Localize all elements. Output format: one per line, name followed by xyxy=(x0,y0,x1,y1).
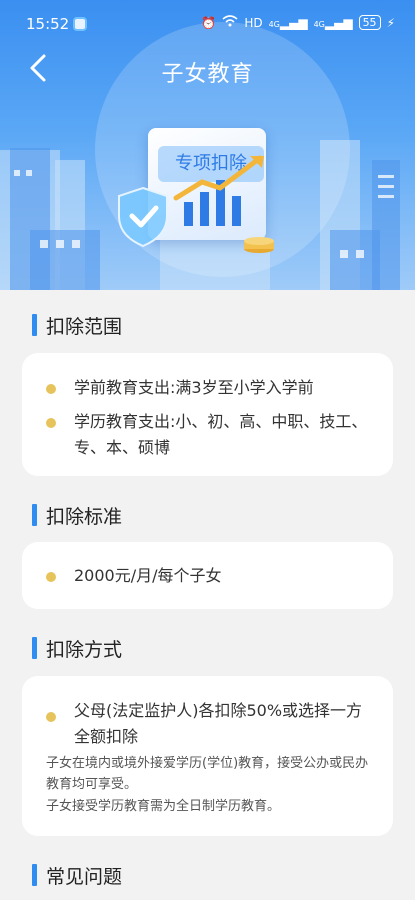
window-decoration xyxy=(14,170,20,176)
standard-card: 2000元/月/每个子女 xyxy=(22,542,393,609)
method-note: 子女在境内或境外接爱学历(学位)教育，接受公办或民办教育均可享受。 xyxy=(46,756,369,792)
list-item-text: 学历教育支出:小、初、高、中职、技工、专、本、硕博 xyxy=(74,412,368,457)
nav-bar: 子女教育 xyxy=(0,48,415,92)
window-decoration xyxy=(56,240,64,248)
bullet-dot xyxy=(46,418,56,428)
signal-icon-2: 4G▂▄▆ xyxy=(313,15,353,30)
status-time: 15:52 xyxy=(26,15,70,33)
section-accent-bar xyxy=(32,864,37,886)
section-title-scope: 扣除范围 xyxy=(32,312,122,339)
list-item-text: 学前教育支出:满3岁至小学入学前 xyxy=(74,378,314,397)
app-notification-icon xyxy=(73,17,87,31)
bullet-dot xyxy=(46,572,56,582)
status-indicators: ⏰ HD 4G▂▄▆ 4G▂▄▆ 55 ⚡ xyxy=(201,15,395,30)
section-title-text: 扣除标准 xyxy=(46,506,123,528)
section-title-faq: 常见问题 xyxy=(32,862,122,889)
window-decoration xyxy=(72,240,80,248)
section-title-text: 扣除范围 xyxy=(46,316,123,338)
scope-card: 学前教育支出:满3岁至小学入学前 学历教育支出:小、初、高、中职、技工、专、本、… xyxy=(22,353,393,476)
battery-icon: 55 xyxy=(358,15,381,30)
section-accent-bar xyxy=(32,504,37,526)
section-title-standard: 扣除标准 xyxy=(32,502,122,529)
header-banner: 15:52 ⏰ HD 4G▂▄▆ 4G▂▄▆ 55 ⚡ 子女教育 专项扣除 xyxy=(0,0,415,290)
signal-icon: 4G▂▄▆ xyxy=(268,15,308,30)
window-decoration xyxy=(356,250,364,258)
network-type: HD xyxy=(244,15,263,30)
wifi-icon xyxy=(222,15,238,30)
rising-chart-icon xyxy=(173,155,264,226)
method-card: 父母(法定监护人)各扣除50%或选择一方全额扣除 子女在境内或境外接爱学历(学位… xyxy=(22,676,393,836)
bullet-dot xyxy=(46,712,56,722)
list-item-text: 父母(法定监护人)各扣除50%或选择一方全额扣除 xyxy=(74,701,363,746)
window-decoration xyxy=(378,185,394,188)
status-bar: 15:52 ⏰ HD 4G▂▄▆ 4G▂▄▆ 55 ⚡ xyxy=(0,0,415,48)
method-note: 子女接受学历教育需为全日制学历教育。 xyxy=(46,799,281,814)
window-decoration xyxy=(378,195,394,198)
section-accent-bar xyxy=(32,314,37,336)
window-decoration xyxy=(40,240,48,248)
section-title-text: 扣除方式 xyxy=(46,639,123,661)
list-item: 学前教育支出:满3岁至小学入学前 xyxy=(46,375,373,401)
section-title-method: 扣除方式 xyxy=(32,635,122,662)
building-illustration xyxy=(330,230,380,290)
window-decoration xyxy=(26,170,32,176)
list-item: 学历教育支出:小、初、高、中职、技工、专、本、硕博 xyxy=(46,409,373,461)
window-decoration xyxy=(340,250,348,258)
window-decoration xyxy=(378,175,394,178)
charging-icon: ⚡ xyxy=(386,15,395,30)
list-item-text: 2000元/月/每个子女 xyxy=(74,566,222,585)
alarm-icon: ⏰ xyxy=(201,15,217,30)
building-illustration xyxy=(30,230,100,290)
page-title: 子女教育 xyxy=(161,62,254,87)
section-title-text: 常见问题 xyxy=(46,866,123,888)
bullet-dot xyxy=(46,384,56,394)
shield-check-icon xyxy=(118,186,168,248)
section-accent-bar xyxy=(32,637,37,659)
list-item: 父母(法定监护人)各扣除50%或选择一方全额扣除 xyxy=(46,698,373,750)
list-item: 2000元/月/每个子女 xyxy=(46,563,373,589)
coins-icon xyxy=(244,237,274,253)
